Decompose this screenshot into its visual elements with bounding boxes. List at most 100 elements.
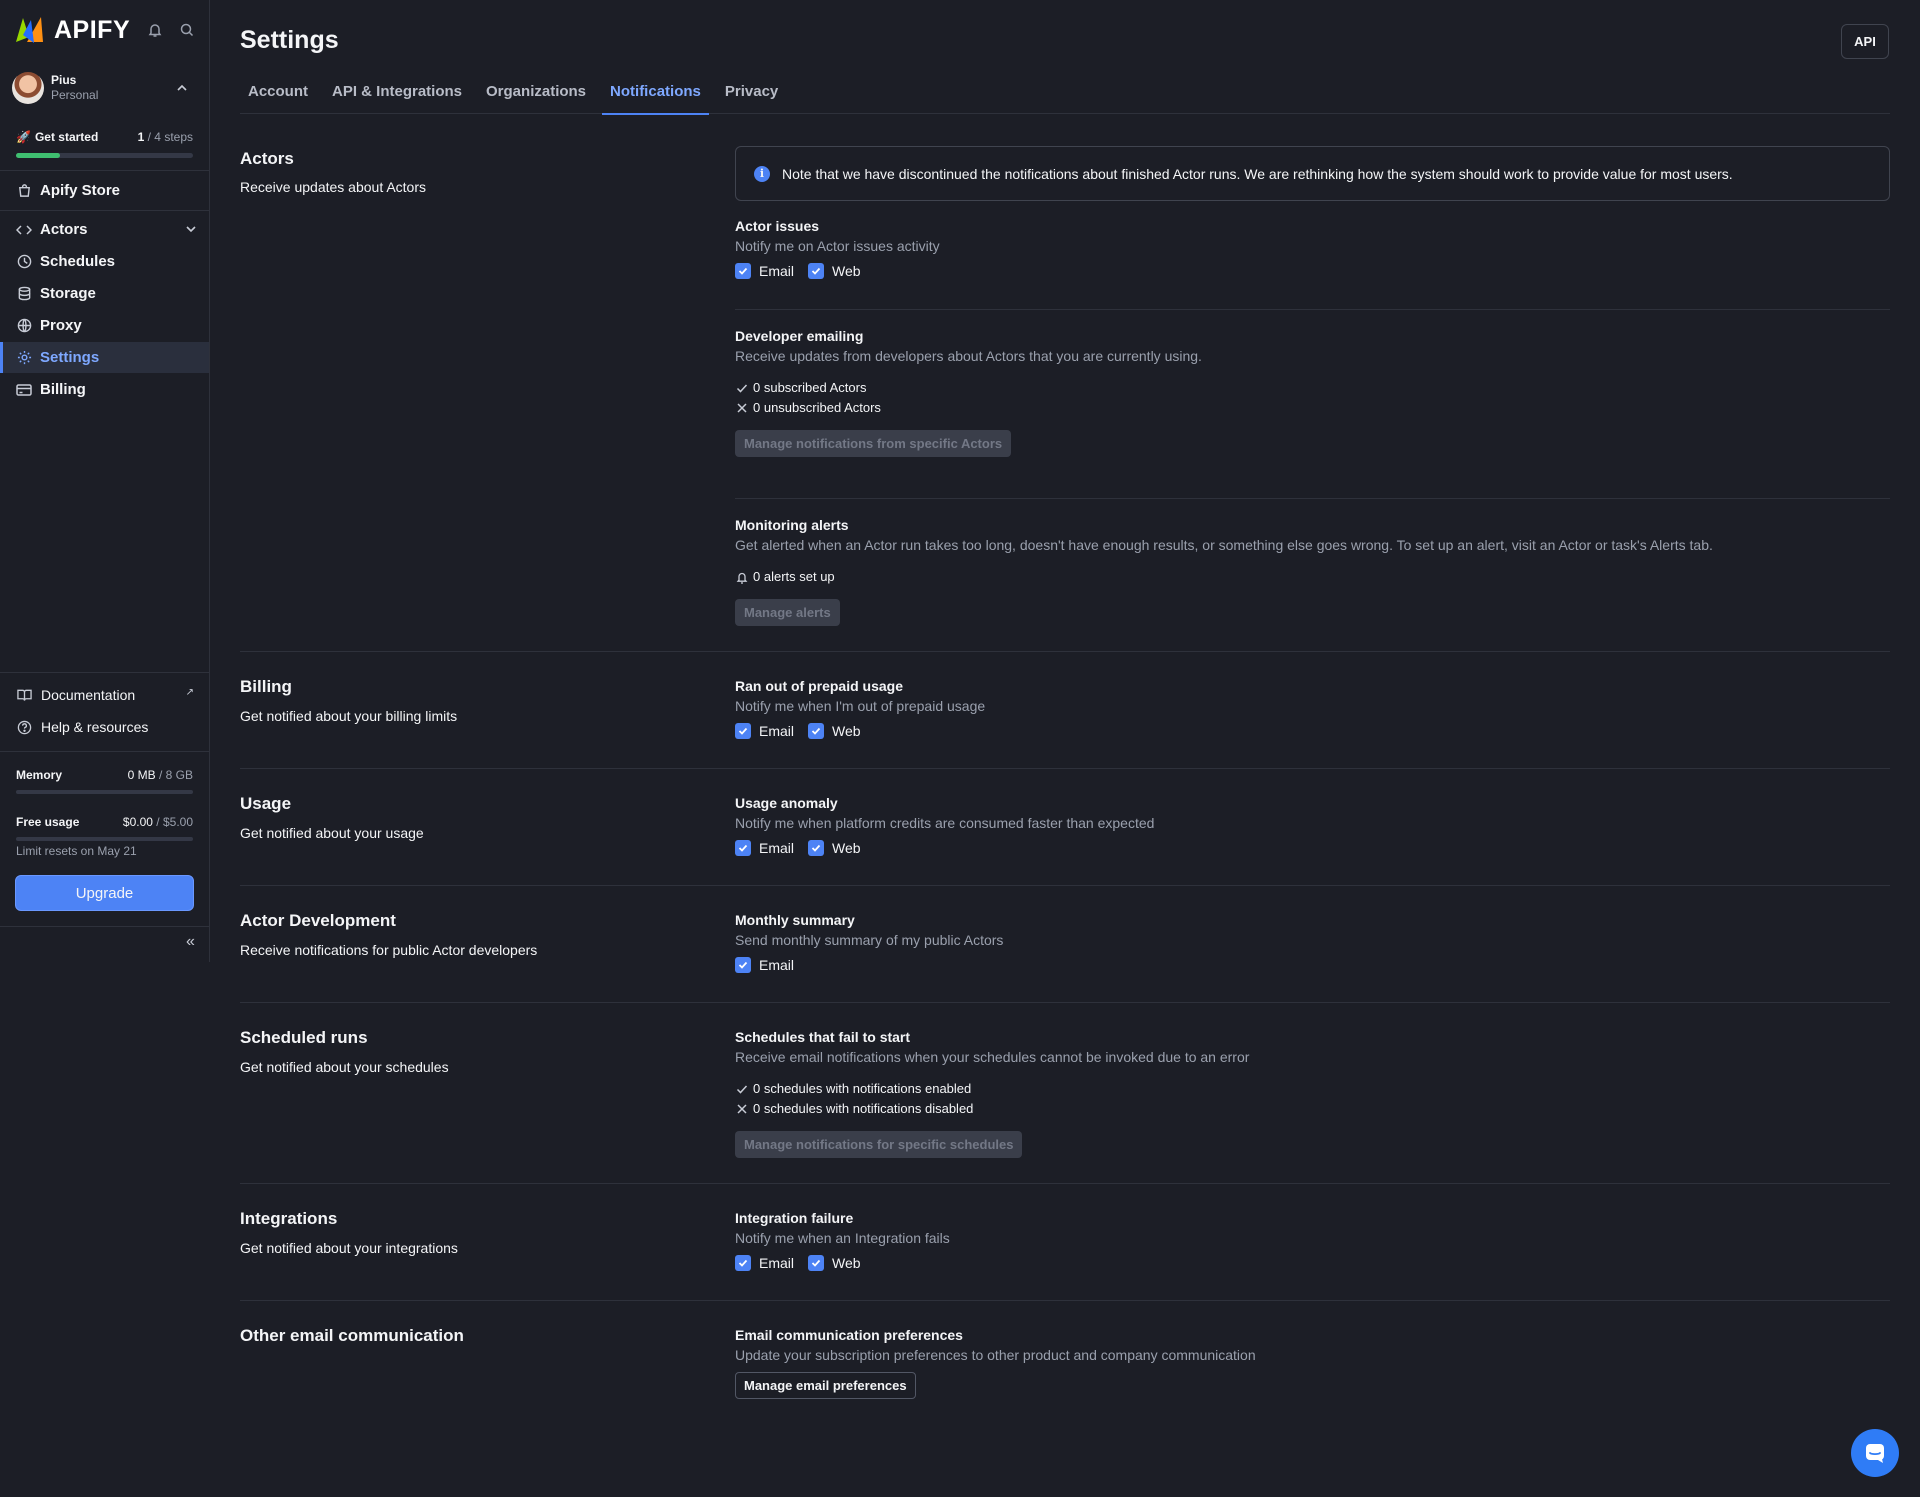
nav-storage[interactable]: Storage	[0, 278, 209, 309]
section-divider	[240, 885, 1890, 886]
memory-label: Memory	[16, 768, 63, 782]
page-title: Settings	[240, 26, 339, 54]
section-title-other-email: Other email communication	[240, 1326, 464, 1345]
nav-label: Schedules	[40, 253, 116, 270]
section-title-actor-development: Actor Development	[240, 911, 396, 930]
bell-icon[interactable]	[145, 20, 165, 40]
item-title: Ran out of prepaid usage	[735, 678, 904, 694]
get-started-progress[interactable]: 🚀 Get started 1 / 4 steps	[16, 129, 193, 158]
divider	[0, 170, 209, 171]
card-icon	[16, 382, 32, 398]
section-divider	[240, 768, 1890, 769]
upgrade-button[interactable]: Upgrade	[15, 875, 194, 911]
item-title: Schedules that fail to start	[735, 1029, 911, 1045]
apify-logo-icon[interactable]	[14, 15, 46, 45]
avatar	[12, 72, 44, 104]
item-title: Email communication preferences	[735, 1327, 963, 1343]
tab-organizations[interactable]: Organizations	[478, 80, 594, 114]
nav-label: Proxy	[40, 317, 82, 334]
documentation-link[interactable]: Documentation ↗	[16, 684, 202, 706]
item-desc: Receive email notifications when your sc…	[735, 1049, 1250, 1065]
free-usage-used: $0.00	[122, 815, 153, 829]
free-usage-bar	[16, 837, 193, 841]
checkbox-checked-icon	[735, 263, 751, 279]
nav-apify-store[interactable]: Apify Store	[0, 175, 209, 206]
checkbox-checked-icon	[735, 1255, 751, 1271]
schedules-enabled-stat: 0 schedules with notifications enabled	[735, 1079, 1890, 1099]
monthly-summary-email-checkbox[interactable]: Email	[735, 957, 794, 973]
divider	[0, 672, 209, 673]
checkbox-label: Email	[759, 957, 795, 973]
checkbox-checked-icon	[735, 840, 751, 856]
collapse-sidebar-icon[interactable]: «	[186, 933, 195, 951]
section-desc-billing: Get notified about your billing limits	[240, 708, 458, 724]
tab-privacy[interactable]: Privacy	[717, 80, 786, 114]
globe-icon	[16, 318, 32, 334]
note-text: Note that we have discontinued the notif…	[782, 165, 1733, 182]
nav-settings[interactable]: Settings	[0, 342, 209, 373]
memory-bar	[16, 790, 193, 794]
prepaid-web-checkbox[interactable]: Web	[808, 723, 861, 739]
nav-proxy[interactable]: Proxy	[0, 310, 209, 341]
help-link[interactable]: Help & resources	[16, 716, 202, 738]
actor-issues-item: Actor issues Notify me on Actor issues a…	[735, 216, 1890, 279]
manage-alerts-button[interactable]: Manage alerts	[735, 599, 840, 626]
database-icon	[16, 286, 32, 302]
monthly-summary-item: Monthly summary Send monthly summary of …	[735, 910, 1890, 973]
nav-billing[interactable]: Billing	[0, 374, 209, 405]
tab-api-integrations[interactable]: API & Integrations	[324, 80, 470, 114]
item-desc: Notify me when an Integration fails	[735, 1230, 950, 1246]
tab-notifications[interactable]: Notifications	[602, 80, 709, 115]
tab-account[interactable]: Account	[240, 80, 316, 114]
integration-failure-item: Integration failure Notify me when an In…	[735, 1208, 1890, 1271]
section-title-scheduled-runs: Scheduled runs	[240, 1028, 368, 1047]
actor-issues-web-checkbox[interactable]: Web	[808, 263, 861, 279]
x-icon	[735, 401, 749, 415]
free-usage-meter: Free usage $0.00 / $5.00	[16, 814, 193, 841]
integration-email-checkbox[interactable]: Email	[735, 1255, 794, 1271]
manage-actor-notifications-button[interactable]: Manage notifications from specific Actor…	[735, 430, 1012, 457]
actor-issues-email-checkbox[interactable]: Email	[735, 263, 794, 279]
external-link-icon: ↗	[185, 687, 194, 698]
user-name: Pius	[51, 73, 77, 87]
checkbox-label: Email	[759, 723, 795, 739]
nav-label: Storage	[40, 285, 96, 302]
documentation-label: Documentation	[41, 687, 136, 703]
chevron-down-icon[interactable]	[185, 222, 197, 239]
limit-reset-note: Limit resets on May 21	[16, 844, 137, 858]
monitoring-alerts-item: Monitoring alerts Get alerted when an Ac…	[735, 515, 1890, 626]
integration-web-checkbox[interactable]: Web	[808, 1255, 861, 1271]
usage-web-checkbox[interactable]: Web	[808, 840, 861, 856]
item-title: Integration failure	[735, 1210, 854, 1226]
item-title: Monitoring alerts	[735, 517, 849, 533]
settings-tabs: Account API & Integrations Organizations…	[240, 80, 1890, 115]
item-desc: Update your subscription preferences to …	[735, 1347, 1256, 1363]
free-usage-total: / $5.00	[156, 815, 193, 829]
user-switcher[interactable]: Pius Personal	[12, 71, 198, 105]
usage-email-checkbox[interactable]: Email	[735, 840, 794, 856]
nav-schedules[interactable]: Schedules	[0, 246, 209, 277]
search-icon[interactable]	[177, 20, 197, 40]
alerts-stat: 0 alerts set up	[735, 567, 1890, 587]
memory-total: / 8 GB	[158, 768, 193, 782]
nav-label: Actors	[40, 221, 88, 238]
checkbox-checked-icon	[808, 840, 825, 856]
email-preferences-item: Email communication preferences Update y…	[735, 1325, 1890, 1399]
item-desc: Notify me when I'm out of prepaid usage	[735, 698, 986, 714]
divider	[735, 498, 1890, 499]
prepaid-email-checkbox[interactable]: Email	[735, 723, 794, 739]
checkbox-label: Web	[832, 840, 861, 856]
manage-email-preferences-button[interactable]: Manage email preferences	[735, 1372, 916, 1399]
gear-icon	[16, 350, 32, 366]
item-desc: Send monthly summary of my public Actors	[735, 932, 1004, 948]
check-icon	[735, 1082, 749, 1096]
nav-label: Billing	[40, 381, 86, 398]
nav-actors[interactable]: Actors	[0, 214, 209, 245]
chat-button[interactable]	[1851, 1429, 1899, 1477]
memory-used: 0 MB	[127, 768, 156, 782]
item-title: Actor issues	[735, 218, 820, 234]
nav-label: Settings	[40, 349, 100, 366]
divider	[0, 926, 209, 927]
manage-schedule-notifications-button[interactable]: Manage notifications for specific schedu…	[735, 1131, 1023, 1158]
api-button[interactable]: API	[1841, 24, 1889, 59]
